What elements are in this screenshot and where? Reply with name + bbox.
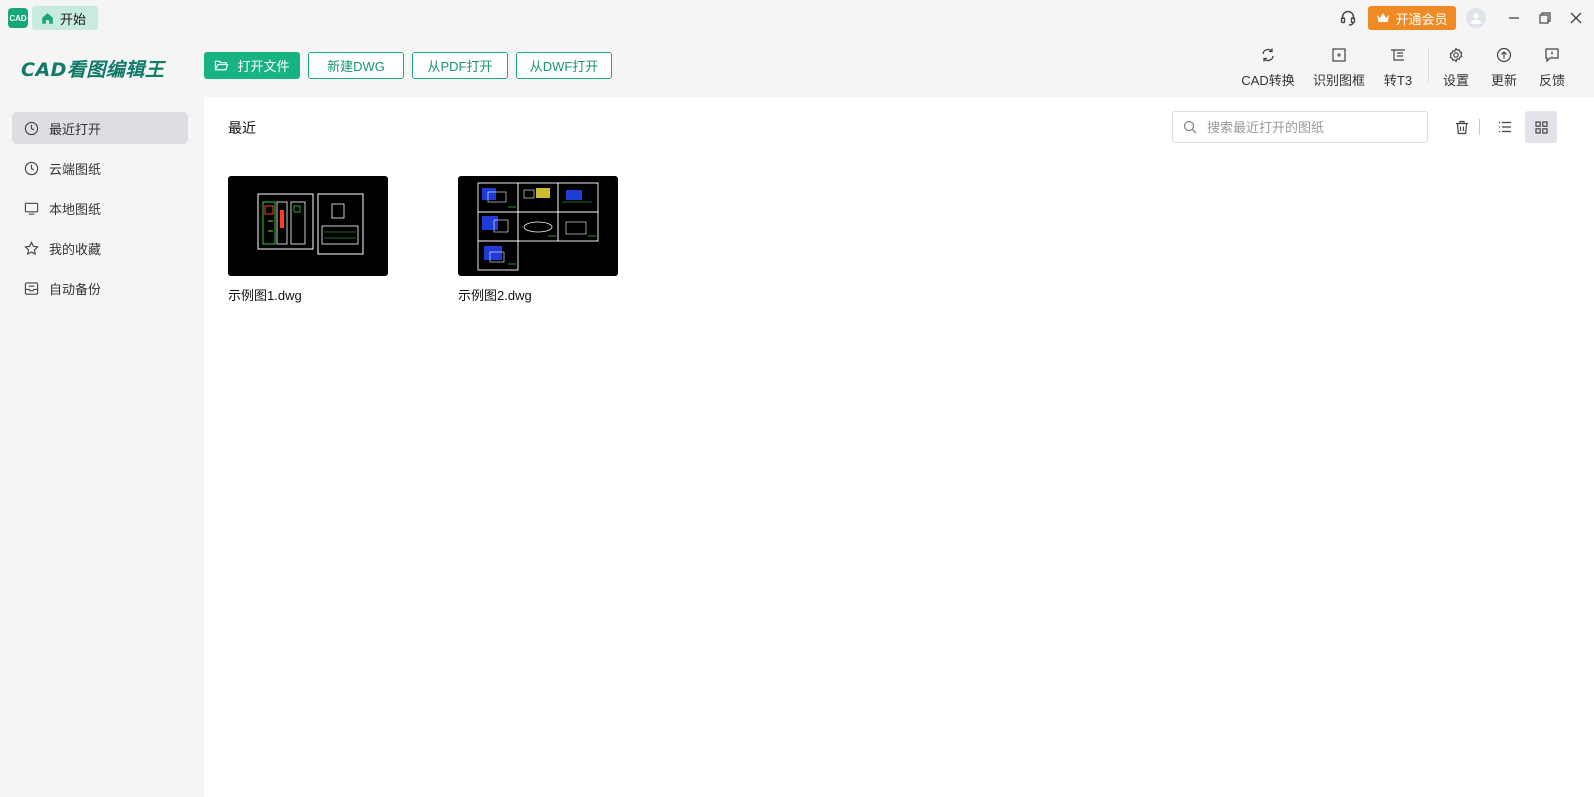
search-input[interactable] <box>1207 119 1407 135</box>
sidebar-item-label: 我的收藏 <box>49 241 102 257</box>
avatar[interactable] <box>1466 8 1486 28</box>
gear-icon <box>1445 44 1467 66</box>
tool-label: 更新 <box>1490 73 1517 88</box>
delete-icon[interactable] <box>1448 113 1476 141</box>
tool-label: 转T3 <box>1383 73 1413 88</box>
convert-icon <box>1257 44 1279 66</box>
main-panel: 最近 搜索最近打开的图纸 示例图1.dwg 示例图2.dwg <box>204 97 1594 797</box>
vip-button-label: 开通会员 <box>1395 11 1448 27</box>
page-title: 最近 <box>228 120 256 136</box>
feedback-icon <box>1541 44 1563 66</box>
grid-view-icon[interactable] <box>1525 111 1557 143</box>
new-dwg-button[interactable]: 新建DWG <box>308 52 404 79</box>
action-divider <box>1479 119 1480 135</box>
t3-icon <box>1387 44 1409 66</box>
title-bar: CAD 开始 开通会员 <box>0 0 1594 36</box>
tools-divider <box>1428 48 1429 82</box>
tab-home-label: 开始 <box>60 11 87 27</box>
restore-icon[interactable] <box>1535 8 1555 28</box>
close-icon[interactable] <box>1566 8 1586 28</box>
file-thumbnail <box>228 176 388 276</box>
upload-icon <box>1493 44 1515 66</box>
backup-icon <box>24 281 39 295</box>
search-box[interactable] <box>1172 111 1428 143</box>
tool-label: CAD转换 <box>1241 73 1295 88</box>
minimize-icon[interactable] <box>1504 8 1524 28</box>
file-card[interactable]: 示例图2.dwg <box>458 176 618 304</box>
tool-cad-convert[interactable]: CAD转换 <box>1236 44 1300 92</box>
sidebar-item-favorites[interactable]: 我的收藏 <box>12 232 188 264</box>
sidebar-item-backup[interactable]: 自动备份 <box>12 272 188 304</box>
open-file-button[interactable]: 打开文件 <box>204 52 300 79</box>
star-icon <box>24 240 39 255</box>
open-pdf-button[interactable]: 从PDF打开 <box>412 52 508 79</box>
file-thumbnail <box>458 176 618 276</box>
frame-detect-icon <box>1328 44 1350 66</box>
sidebar-item-label: 自动备份 <box>49 281 102 297</box>
avatar-icon <box>1471 13 1481 24</box>
clock-icon <box>24 121 39 135</box>
sidebar-item-label: 最近打开 <box>49 121 102 137</box>
folder-open-icon <box>215 60 229 71</box>
file-card[interactable]: 示例图1.dwg <box>228 176 388 304</box>
vip-button[interactable]: 开通会员 <box>1368 6 1456 30</box>
brand-logo: CAD看图编辑王 <box>21 59 165 81</box>
crown-icon <box>1377 13 1390 22</box>
open-dwf-button[interactable]: 从DWF打开 <box>516 52 612 79</box>
tool-label: 识别图框 <box>1312 73 1365 88</box>
file-name: 示例图2.dwg <box>458 288 532 303</box>
sidebar-item-local[interactable]: 本地图纸 <box>12 192 188 224</box>
tool-settings[interactable]: 设置 <box>1440 44 1472 92</box>
app-logo-icon: CAD <box>8 8 28 28</box>
sidebar-item-label: 云端图纸 <box>49 161 102 177</box>
sidebar-item-cloud[interactable]: 云端图纸 <box>12 152 188 184</box>
list-view-icon[interactable] <box>1491 113 1519 141</box>
tool-t3[interactable]: 转T3 <box>1378 44 1418 92</box>
tool-feedback[interactable]: 反馈 <box>1536 44 1568 92</box>
sidebar-item-recent[interactable]: 最近打开 <box>12 112 188 144</box>
monitor-icon <box>24 202 39 215</box>
search-icon <box>1183 120 1197 134</box>
sidebar-item-label: 本地图纸 <box>49 201 102 217</box>
tool-label: 设置 <box>1442 73 1469 88</box>
tool-frame-detect[interactable]: 识别图框 <box>1307 44 1371 92</box>
tool-update[interactable]: 更新 <box>1488 44 1520 92</box>
tool-label: 反馈 <box>1538 73 1565 88</box>
tab-home[interactable]: 开始 <box>32 6 98 30</box>
clock-icon <box>24 161 39 175</box>
open-file-label: 打开文件 <box>237 59 290 74</box>
file-name: 示例图1.dwg <box>228 288 302 303</box>
home-icon <box>42 12 53 24</box>
headset-icon[interactable] <box>1338 8 1358 28</box>
